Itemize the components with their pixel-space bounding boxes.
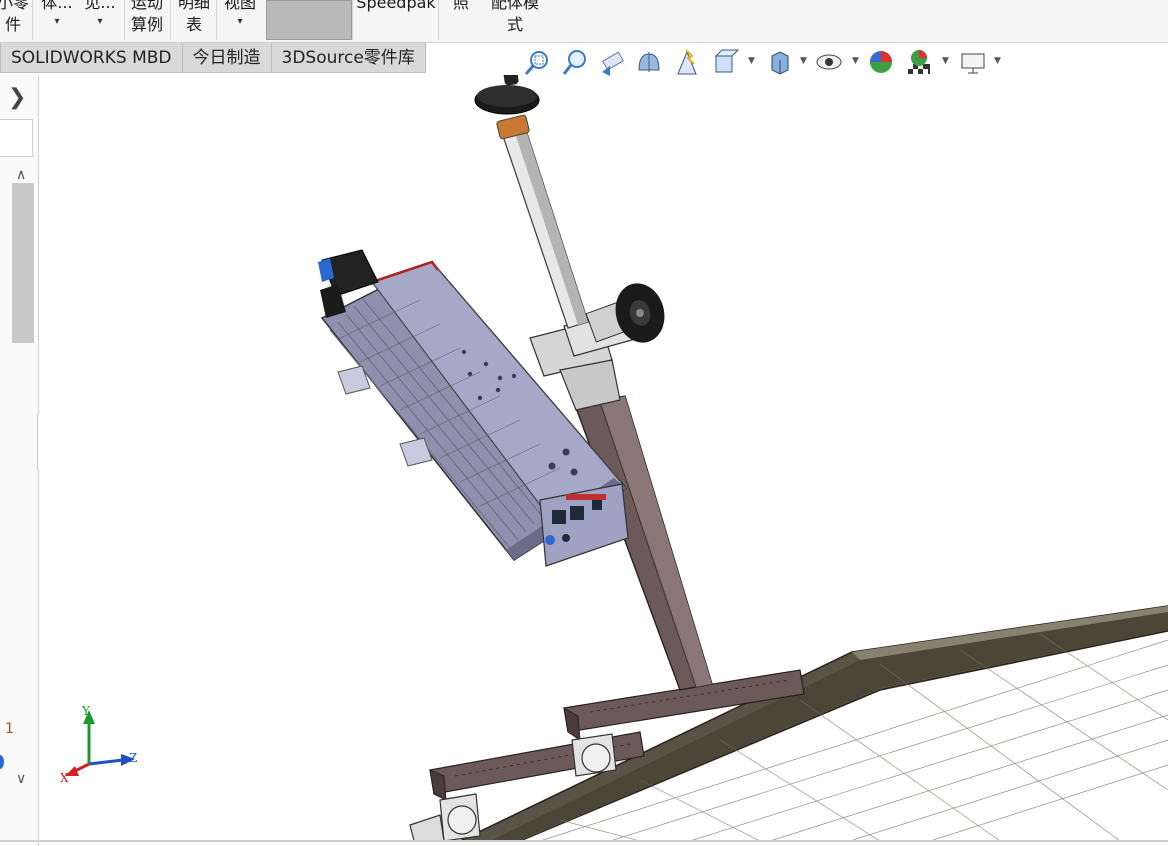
side-indicator-dot <box>0 755 4 769</box>
y-axis-label: Y <box>81 704 91 718</box>
ribbon-button-snapshot[interactable]: 照 <box>446 0 476 14</box>
vertical-scrollbar[interactable]: ∧ ∨ <box>12 167 34 787</box>
ribbon-button-label-line2: 算例 <box>130 15 163 34</box>
status-divider <box>0 840 1168 842</box>
coordinate-triad: Y Z X <box>55 700 150 790</box>
ribbon-button-label: 配体模 <box>490 0 539 12</box>
view-orientation-icon[interactable] <box>710 46 740 78</box>
z-axis-arrow <box>88 758 124 766</box>
chevron-down-icon[interactable]: ▾ <box>38 14 76 30</box>
edit-appearance-icon[interactable] <box>866 46 896 78</box>
graphics-viewport[interactable] <box>39 75 1168 841</box>
ribbon-button-label: 体... <box>41 0 73 12</box>
chevron-down-icon[interactable]: ▼ <box>852 56 859 66</box>
scroll-down-icon[interactable]: ∨ <box>16 771 26 787</box>
chevron-down-icon[interactable]: ▼ <box>748 56 755 66</box>
chevron-down-icon[interactable]: ▼ <box>800 56 807 66</box>
tab-solidworks-mbd[interactable]: SOLIDWORKS MBD <box>0 43 183 73</box>
ribbon-button-speedpak[interactable]: Speedpak <box>356 0 436 14</box>
ribbon-button-label: 见... <box>84 0 116 12</box>
ribbon-button-bom[interactable]: 明细 表 <box>174 0 214 36</box>
section-view-icon[interactable] <box>634 46 664 78</box>
zoom-to-fit-icon[interactable] <box>522 46 552 78</box>
x-axis-label: X <box>60 771 69 785</box>
ribbon-button-motion-study[interactable]: 运动 算例 <box>128 0 166 36</box>
ribbon-button-label-line2: 件 <box>4 15 21 34</box>
ribbon-button-3[interactable]: 见... ▾ <box>82 0 118 30</box>
ribbon-button-label: Speedpak <box>356 0 436 12</box>
chevron-down-icon[interactable]: ▾ <box>220 14 260 30</box>
ribbon-separator <box>352 0 353 40</box>
scroll-up-icon[interactable]: ∧ <box>16 167 26 183</box>
ribbon-separator <box>32 0 33 40</box>
ribbon-button-view[interactable]: 视图 ▾ <box>220 0 260 30</box>
telescopic-pole <box>474 75 589 329</box>
tab-3dsource-parts[interactable]: 3DSource零件库 <box>270 43 426 73</box>
tab-today-manufacturing[interactable]: 今日制造 <box>181 43 272 73</box>
ribbon-separator <box>438 0 439 40</box>
view-settings-icon[interactable] <box>958 46 988 78</box>
ribbon-button-active[interactable] <box>266 0 352 40</box>
ribbon-button-2[interactable]: 体... ▾ <box>38 0 76 30</box>
scroll-thumb[interactable] <box>12 183 34 343</box>
display-style-icon[interactable] <box>764 46 794 78</box>
zoom-to-area-icon[interactable] <box>560 46 590 78</box>
previous-view-icon[interactable] <box>598 46 628 78</box>
chevron-down-icon[interactable]: ▼ <box>994 56 1001 66</box>
ribbon-button-assembly-mode[interactable]: 配体模 式 <box>486 0 544 36</box>
side-number: 1 <box>5 721 14 737</box>
ribbon-button-label: 小零 <box>0 0 29 12</box>
filter-field[interactable] <box>0 119 33 157</box>
chevron-down-icon[interactable]: ▾ <box>82 14 118 30</box>
ribbon-button-label: 明细 <box>177 0 210 12</box>
expand-panel-icon[interactable]: ❯ <box>8 85 26 110</box>
ribbon-separator <box>216 0 217 40</box>
hide-show-items-icon[interactable] <box>814 46 844 78</box>
ribbon-button-label-line2: 式 <box>506 15 523 34</box>
apply-scene-icon[interactable] <box>904 46 934 78</box>
ribbon-button-label-line2: 表 <box>185 15 202 34</box>
z-axis-label: Z <box>129 751 137 765</box>
assembly-model <box>318 75 1168 841</box>
ribbon-button-label: 照 <box>452 0 469 12</box>
ribbon-button-1[interactable]: 小零 件 <box>0 0 30 36</box>
command-manager-tabs: SOLIDWORKS MBD 今日制造 3DSource零件库 <box>0 43 426 74</box>
command-manager-ribbon: 小零 件 体... ▾ 见... ▾ 运动 算例 明细 表 视图 ▾ Speed… <box>0 0 1168 43</box>
dynamic-annotation-icon[interactable] <box>672 46 702 78</box>
ribbon-separator <box>124 0 125 40</box>
chevron-down-icon[interactable]: ▼ <box>942 56 949 66</box>
ribbon-button-label: 运动 <box>130 0 163 12</box>
feature-manager-panel: ❯ ∧ ∨ 1 <box>0 75 39 846</box>
ribbon-button-label: 视图 <box>223 0 256 12</box>
ribbon-separator <box>170 0 171 40</box>
